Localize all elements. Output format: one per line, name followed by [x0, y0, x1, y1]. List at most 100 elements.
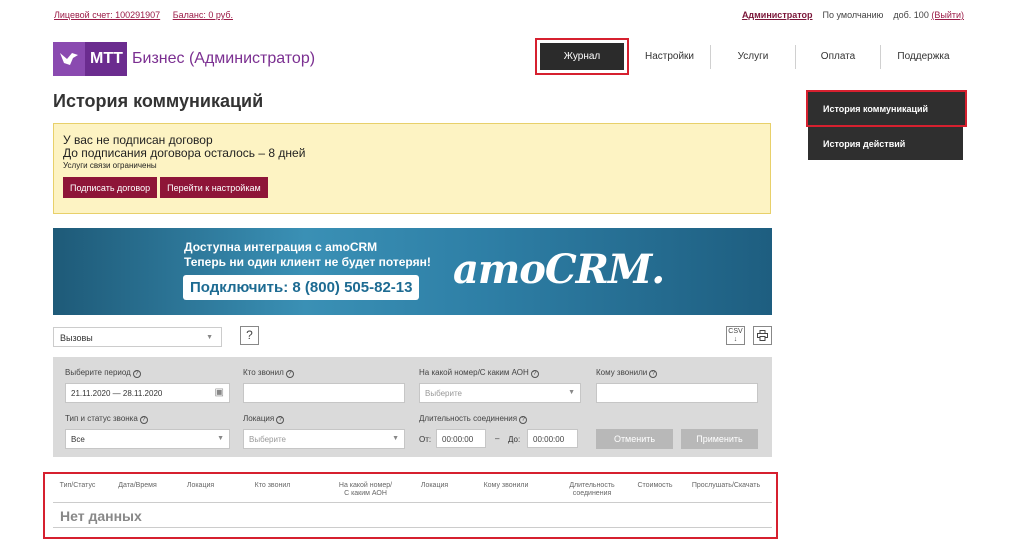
chevron-down-icon: ▼: [217, 435, 224, 442]
who-called-label-text: Кто звонил: [243, 368, 284, 377]
record-type-select[interactable]: Вызовы ▼: [53, 327, 222, 347]
location-select[interactable]: Выберите ▼: [243, 429, 405, 449]
duration-label-text: Длительность соединения: [419, 414, 518, 423]
bird-icon: [53, 42, 85, 76]
help-icon[interactable]: ?: [519, 416, 528, 424]
column-header-duration[interactable]: Длительность соединения: [558, 482, 626, 498]
nav-item-settings[interactable]: Настройки: [629, 44, 711, 69]
submenu-item-actions[interactable]: История действий: [808, 127, 963, 160]
amocrm-banner[interactable]: Доступна интеграция с amoCRM Теперь ни о…: [53, 228, 772, 315]
whom-called-input[interactable]: [596, 383, 758, 403]
banner-line-2: Теперь ни один клиент не будет потерян!: [184, 255, 431, 269]
location-label: Локация?: [243, 414, 285, 424]
csv-export-button[interactable]: CSV ↓: [726, 326, 745, 345]
help-icon[interactable]: ?: [649, 370, 658, 378]
period-input[interactable]: 21.11.2020 — 28.11.2020 ▣: [65, 383, 230, 403]
cancel-button[interactable]: Отменить: [596, 429, 673, 449]
extension-value: доб. 100: [893, 10, 929, 20]
submenu-highlight: История коммуникаций: [806, 90, 967, 127]
number-placeholder: Выберите: [425, 389, 462, 398]
csv-label: CSV: [728, 328, 743, 335]
submenu-item-communications[interactable]: История коммуникаций: [808, 92, 965, 125]
location-placeholder: Выберите: [249, 435, 286, 444]
location-label-text: Локация: [243, 414, 275, 423]
whom-called-label-text: Кому звонили: [596, 368, 648, 377]
nav-item-support[interactable]: Поддержка: [881, 45, 966, 69]
account-bar: Лицевой счет: 100291907 Баланс: 0 руб.: [54, 10, 243, 20]
filter-panel: Выберите период? 21.11.2020 — 28.11.2020…: [53, 357, 772, 457]
period-value: 21.11.2020 — 28.11.2020: [71, 389, 163, 398]
extension-label: доб. 100 (Выйти): [893, 10, 964, 20]
logo[interactable]: МТТ Бизнес (Администратор): [53, 42, 315, 76]
call-type-select[interactable]: Все ▼: [65, 429, 230, 449]
help-button[interactable]: ?: [240, 326, 259, 345]
help-icon[interactable]: ?: [285, 370, 294, 378]
whom-called-label: Кому звонили?: [596, 368, 658, 378]
chevron-down-icon: ▼: [206, 334, 213, 341]
table-header-divider: [53, 502, 772, 503]
printer-icon: [757, 330, 768, 341]
table-bottom-divider: [53, 527, 772, 528]
balance-link[interactable]: Баланс: 0 руб.: [173, 10, 233, 20]
column-header-cost[interactable]: Стоимость: [630, 482, 680, 490]
user-link[interactable]: Администратор: [742, 10, 813, 20]
no-data-text: Нет данных: [60, 508, 142, 524]
column-header-datetime[interactable]: Дата/Время: [110, 482, 165, 490]
from-label: От:: [419, 435, 432, 444]
call-type-label-text: Тип и статус звонка: [65, 414, 138, 423]
warning-line-2: До подписания договора осталось – 8 дней: [63, 146, 306, 160]
column-header-callee[interactable]: Кому звонили: [476, 482, 536, 490]
logout-link[interactable]: (Выйти): [931, 10, 964, 20]
who-called-label: Кто звонил?: [243, 368, 294, 378]
nav-item-journal[interactable]: Журнал: [540, 43, 624, 70]
column-header-type[interactable]: Тип/Статус: [55, 482, 100, 490]
number-label-text: На какой номер/С каким АОН: [419, 368, 529, 377]
chevron-down-icon: ▼: [392, 435, 399, 442]
page-title: История коммуникаций: [53, 91, 264, 111]
warning-line-3: Услуги связи ограничены: [63, 161, 157, 170]
logo-product-text: Бизнес (Администратор): [132, 50, 316, 67]
help-icon[interactable]: ?: [132, 370, 141, 378]
duration-from-input[interactable]: 00:00:00: [436, 429, 486, 448]
main-nav: Журнал Настройки Услуги Оплата Поддержка: [535, 38, 966, 75]
logo-mark: МТТ: [53, 42, 127, 76]
number-select[interactable]: Выберите ▼: [419, 383, 581, 403]
column-header-location-2[interactable]: Локация: [412, 482, 457, 490]
dash-separator: –: [495, 434, 500, 443]
logo-mtt-text: МТТ: [90, 50, 123, 67]
contract-warning: У вас не подписан договор До подписания …: [53, 123, 771, 214]
journal-submenu: История коммуникаций История действий: [806, 90, 967, 160]
banner-line-1: Доступна интеграция с amoCRM: [184, 240, 378, 254]
period-label-text: Выберите период: [65, 368, 131, 377]
call-type-value: Все: [71, 435, 85, 444]
user-bar: Администратор По умолчанию доб. 100 (Вый…: [742, 10, 964, 20]
call-type-label: Тип и статус звонка?: [65, 414, 148, 424]
help-icon[interactable]: ?: [530, 370, 539, 378]
help-icon[interactable]: ?: [139, 416, 148, 424]
column-header-location[interactable]: Локация: [178, 482, 223, 490]
amocrm-logo: amoCRM.: [453, 246, 665, 293]
nav-item-payment[interactable]: Оплата: [796, 44, 881, 69]
nav-item-services[interactable]: Услуги: [711, 44, 796, 69]
help-icon[interactable]: ?: [276, 416, 285, 424]
column-header-number[interactable]: На какой номер/ С каким АОН: [323, 482, 408, 498]
account-number-link[interactable]: Лицевой счет: 100291907: [54, 10, 160, 20]
column-header-listen-download[interactable]: Прослушать/Скачать: [686, 482, 766, 490]
sign-contract-button[interactable]: Подписать договор: [63, 177, 158, 198]
banner-phone: Подключить: 8 (800) 505-82-13: [183, 275, 420, 300]
to-label: До:: [508, 435, 521, 444]
calendar-icon[interactable]: ▣: [215, 387, 224, 398]
duration-label: Длительность соединения?: [419, 414, 528, 424]
go-to-settings-button[interactable]: Перейти к настройкам: [160, 177, 268, 198]
column-header-caller[interactable]: Кто звонил: [245, 482, 300, 490]
who-called-input[interactable]: [243, 383, 405, 403]
download-icon: ↓: [733, 336, 738, 343]
default-label: По умолчанию: [822, 10, 884, 20]
apply-button[interactable]: Применить: [681, 429, 758, 449]
period-label: Выберите период?: [65, 368, 141, 378]
record-type-value: Вызовы: [60, 333, 93, 343]
chevron-down-icon: ▼: [568, 389, 575, 396]
duration-to-input[interactable]: 00:00:00: [527, 429, 578, 448]
print-button[interactable]: [753, 326, 772, 345]
nav-highlight: Журнал: [535, 38, 629, 75]
